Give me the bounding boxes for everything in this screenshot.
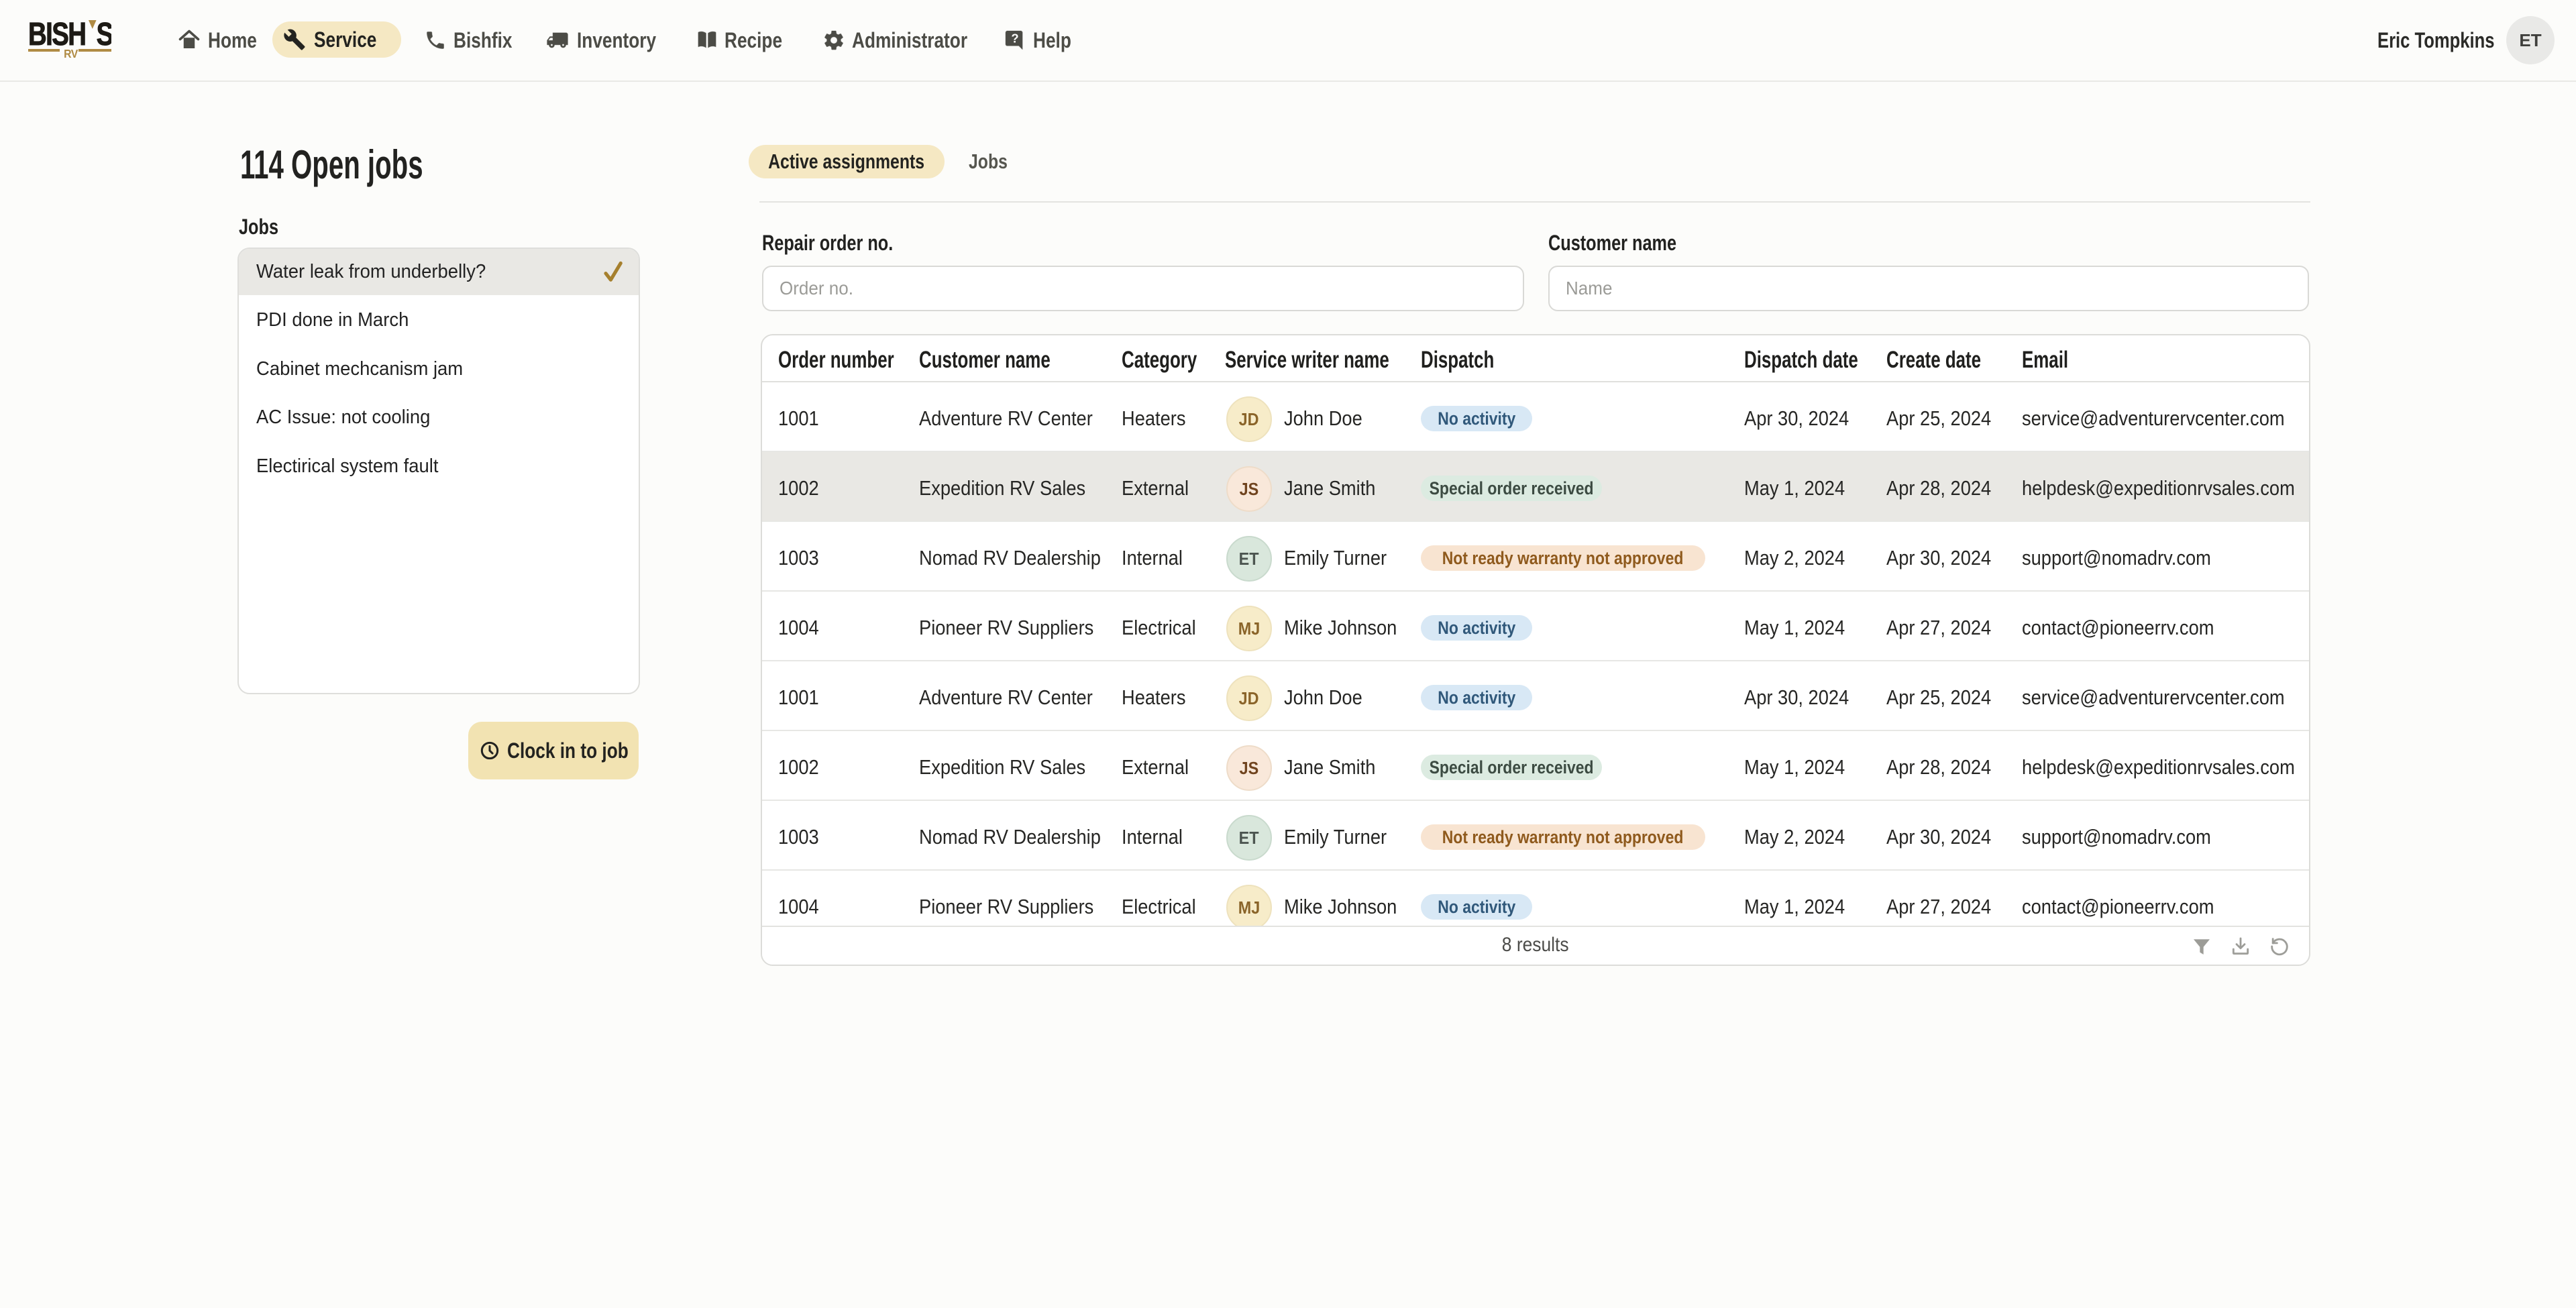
svg-text:?: ? [1011, 32, 1018, 46]
svg-text:S: S [97, 20, 111, 52]
svg-text:RV: RV [64, 47, 78, 60]
